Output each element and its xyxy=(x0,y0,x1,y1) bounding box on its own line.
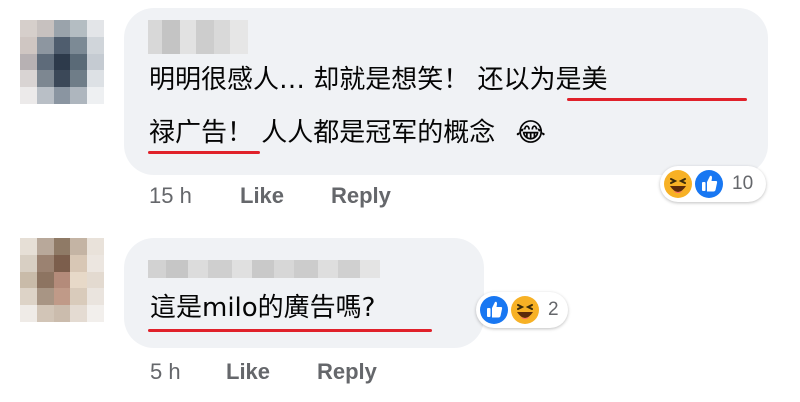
comment-text-line-1: 這是milo的廣告嗎? xyxy=(150,293,376,323)
like-reaction-icon xyxy=(480,296,508,324)
reaction-count: 2 xyxy=(548,299,559,320)
avatar-commenter-2[interactable] xyxy=(20,238,104,322)
commenter-name-blurred[interactable] xyxy=(148,20,248,54)
red-underline-mark xyxy=(148,151,260,154)
haha-reaction-icon xyxy=(511,296,539,324)
comment-timestamp[interactable]: 5 h xyxy=(150,359,181,385)
reply-button[interactable]: Reply xyxy=(331,183,391,209)
comment-text-line-2-text: 禄广告！ 人人都是冠军的概念 xyxy=(149,118,496,148)
comment-text-line-2: 禄广告！ 人人都是冠军的概念 😂 xyxy=(149,113,546,153)
red-underline-mark xyxy=(148,329,432,332)
comment-timestamp[interactable]: 15 h xyxy=(149,183,192,209)
reactions-summary[interactable]: 2 xyxy=(476,292,568,328)
commenter-name-blurred[interactable] xyxy=(148,260,380,278)
like-reaction-icon xyxy=(695,170,723,198)
avatar-commenter-1[interactable] xyxy=(20,20,104,104)
haha-reaction-icon xyxy=(664,170,692,198)
red-underline-mark xyxy=(567,98,747,101)
like-button[interactable]: Like xyxy=(240,183,284,209)
like-button[interactable]: Like xyxy=(226,359,270,385)
reactions-summary[interactable]: 10 xyxy=(660,166,766,202)
reaction-count: 10 xyxy=(732,173,754,194)
tears-of-joy-emoji: 😂 xyxy=(515,118,546,148)
reply-button[interactable]: Reply xyxy=(317,359,377,385)
comment-text-line-1: 明明很感人… 却就是想笑！ 还以为是美 xyxy=(149,65,608,95)
